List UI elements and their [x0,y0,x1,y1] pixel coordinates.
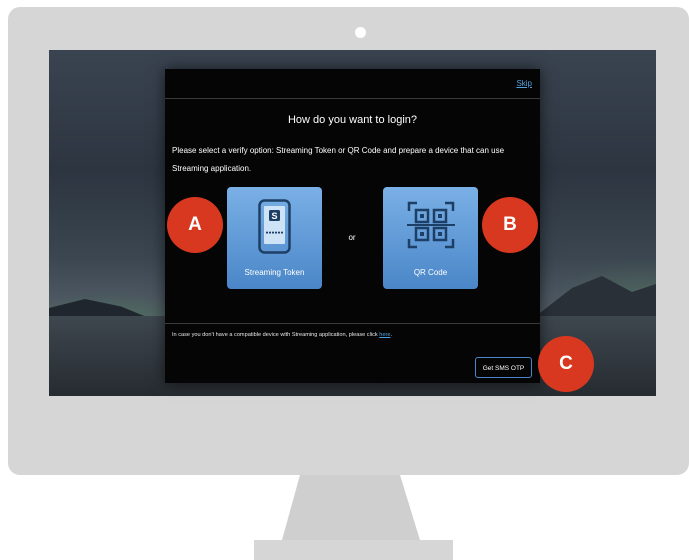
option-label: QR Code [413,268,448,277]
qr-code-icon [407,201,455,249]
skip-link[interactable]: Skip [516,79,532,88]
svg-text:S: S [271,211,277,221]
option-label: Streaming Token [244,268,305,277]
here-link[interactable]: here [379,332,390,338]
svg-text:●●●●●●: ●●●●●● [265,230,283,236]
callout-marker-c: C [538,336,594,392]
divider [165,98,540,99]
footer-note: In case you don't have a compatible devi… [172,332,392,338]
landscape-mountain [536,276,656,316]
dialog-title: How do you want to login? [287,114,418,126]
footer-text: In case you don't have a compatible devi… [172,332,380,338]
get-sms-otp-button[interactable]: Get SMS OTP [475,357,532,378]
divider [165,323,540,324]
footer-suffix: . [390,332,392,338]
or-separator: or [348,233,356,242]
dialog-instruction: Please select a verify option: Streaming… [172,146,505,173]
qr-code-option[interactable]: QR Code [383,187,478,289]
smartphone-token-icon: S ●●●●●● [258,199,291,254]
camera-icon [355,27,366,38]
streaming-token-option[interactable]: S ●●●●●● Streaming Token [227,187,322,289]
callout-marker-b: B [482,197,538,253]
callout-marker-a: A [167,197,223,253]
